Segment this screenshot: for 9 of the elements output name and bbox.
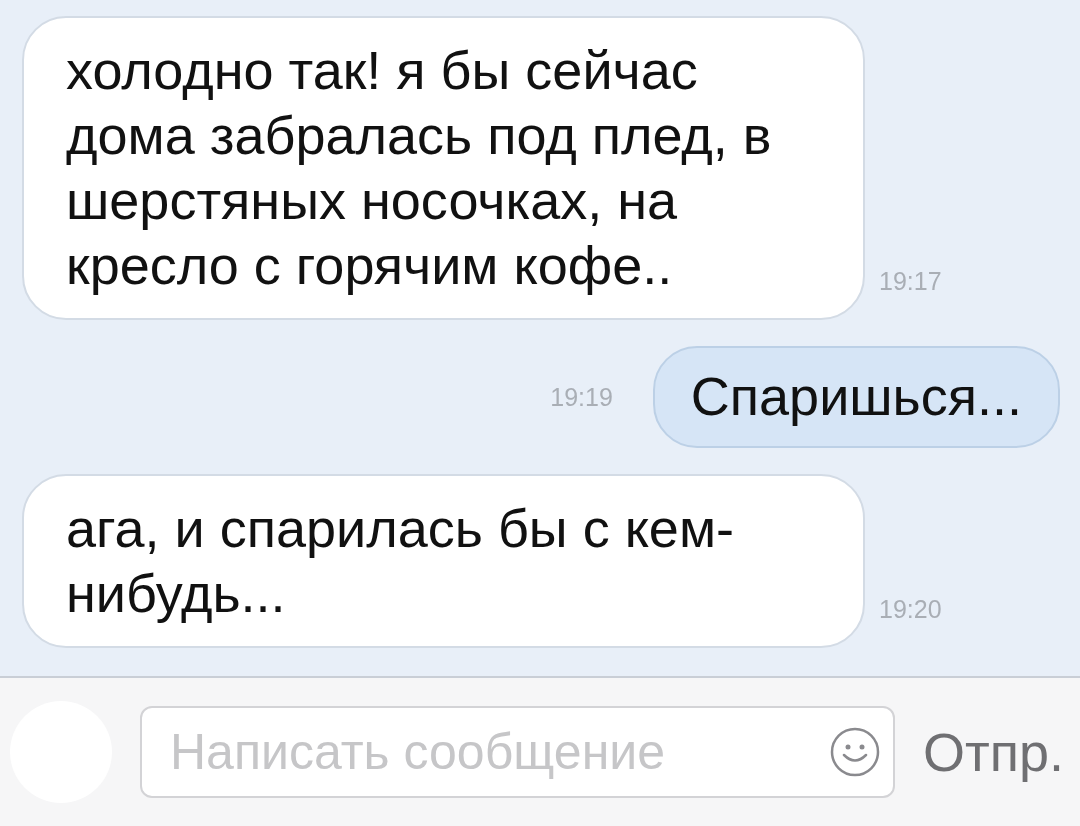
smiley-icon[interactable]	[829, 726, 881, 778]
message-bubble: холодно так! я бы сейчас дома забралась под плед, в шерстяных носочках, на кресло с горячим кофе..	[22, 16, 865, 320]
message-field[interactable]: Написать сообщение	[140, 706, 895, 798]
message-bubble: Спаришься...	[652, 346, 1060, 448]
send-button[interactable]: Отпр.	[923, 721, 1064, 783]
message-time: 19:19	[550, 382, 613, 412]
message-time: 19:17	[879, 267, 942, 297]
message-time: 19:20	[879, 595, 942, 625]
message-bubble: ага, и спарилась бы с кем-нибудь...	[22, 474, 865, 648]
